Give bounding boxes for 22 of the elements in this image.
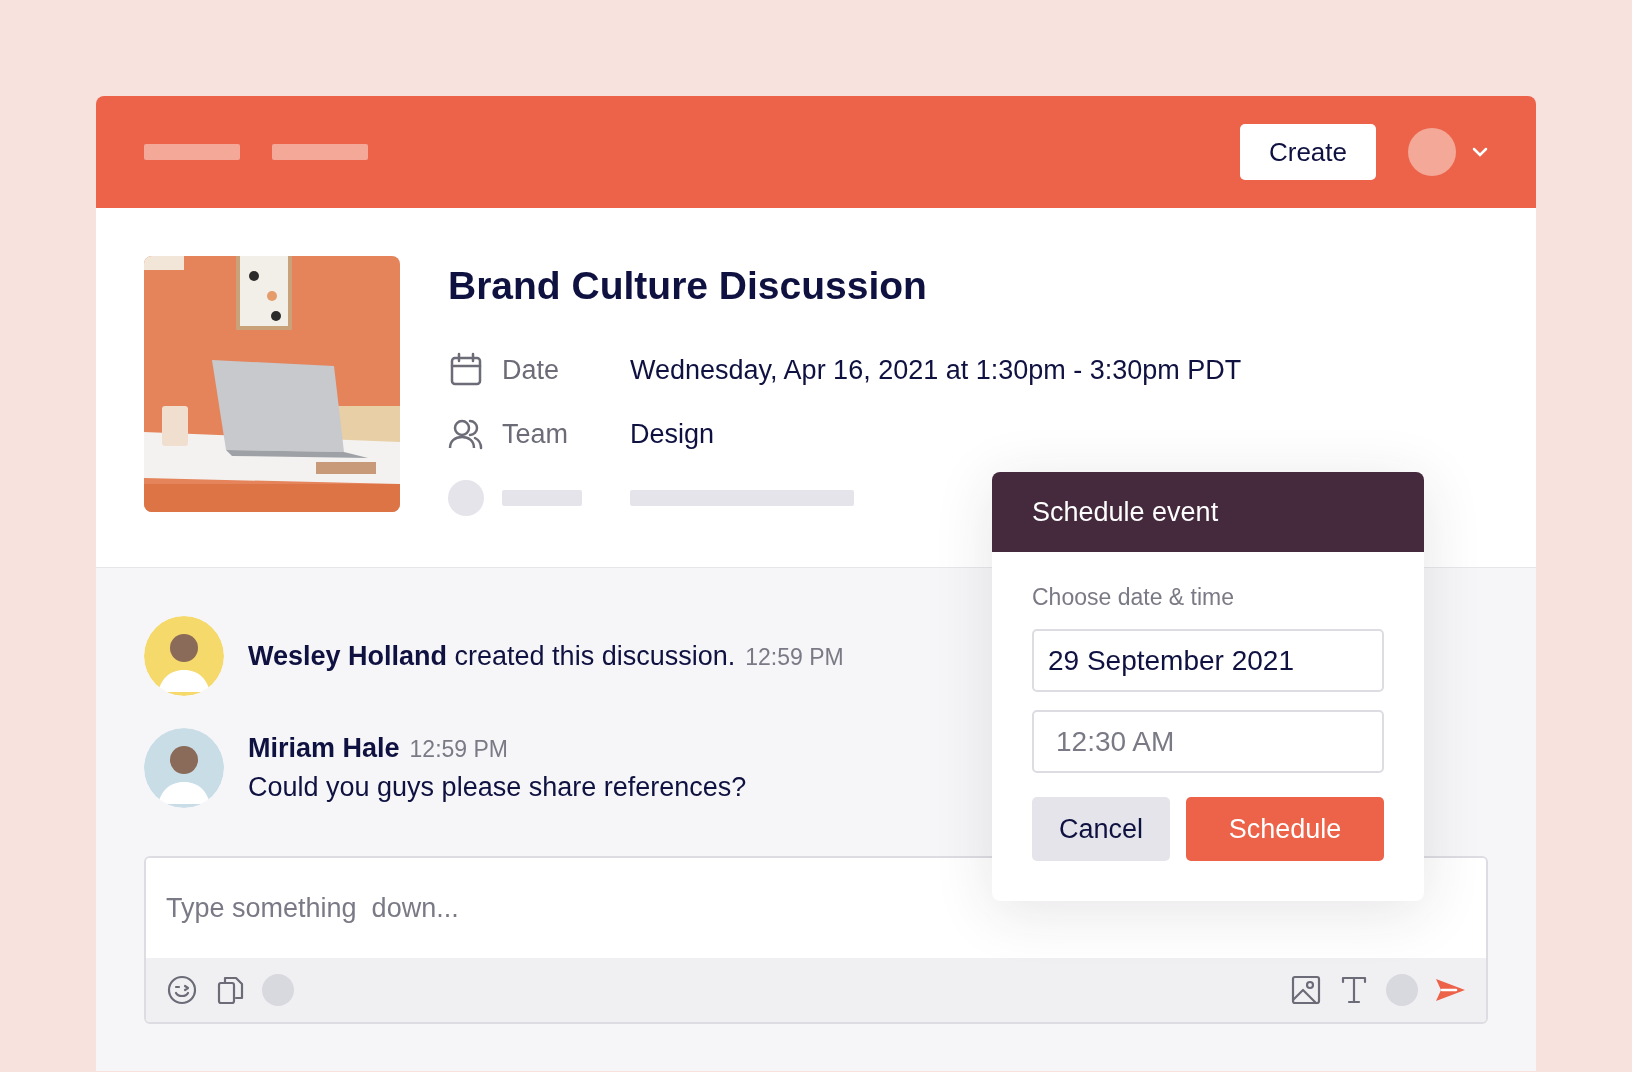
message-time: 12:59 PM	[745, 643, 844, 670]
event-title: Brand Culture Discussion	[448, 264, 928, 308]
emoji-icon[interactable]	[166, 974, 198, 1006]
detail-label: Date	[502, 354, 561, 386]
cancel-button[interactable]: Cancel	[1032, 797, 1170, 861]
detail-value: Wednesday, Apr 16, 2021 at 1:30pm - 3:30pm PDT	[630, 354, 1242, 386]
date-field[interactable]: 29 September 2021	[1032, 629, 1384, 692]
create-button[interactable]: Create	[1240, 124, 1376, 180]
image-icon[interactable]	[1290, 974, 1322, 1006]
message-time: 12:59 PM	[409, 736, 508, 762]
time-field[interactable]: 12:30 AM	[1032, 710, 1384, 773]
user-avatar[interactable]	[1408, 128, 1456, 176]
chevron-icon[interactable]	[1472, 147, 1488, 157]
message-text: Wesley Holland created this discussion.	[248, 640, 736, 671]
placeholder-dot	[448, 480, 484, 516]
calendar-icon	[448, 352, 484, 388]
author-name: Miriam Hale	[248, 733, 400, 763]
field-label: Choose date & time	[1032, 584, 1235, 611]
message-text: Could you guys please share references?	[248, 772, 747, 803]
detail-value: Design	[630, 418, 715, 450]
dialog-title: Schedule event	[992, 472, 1424, 552]
detail-label: Team	[502, 418, 570, 450]
